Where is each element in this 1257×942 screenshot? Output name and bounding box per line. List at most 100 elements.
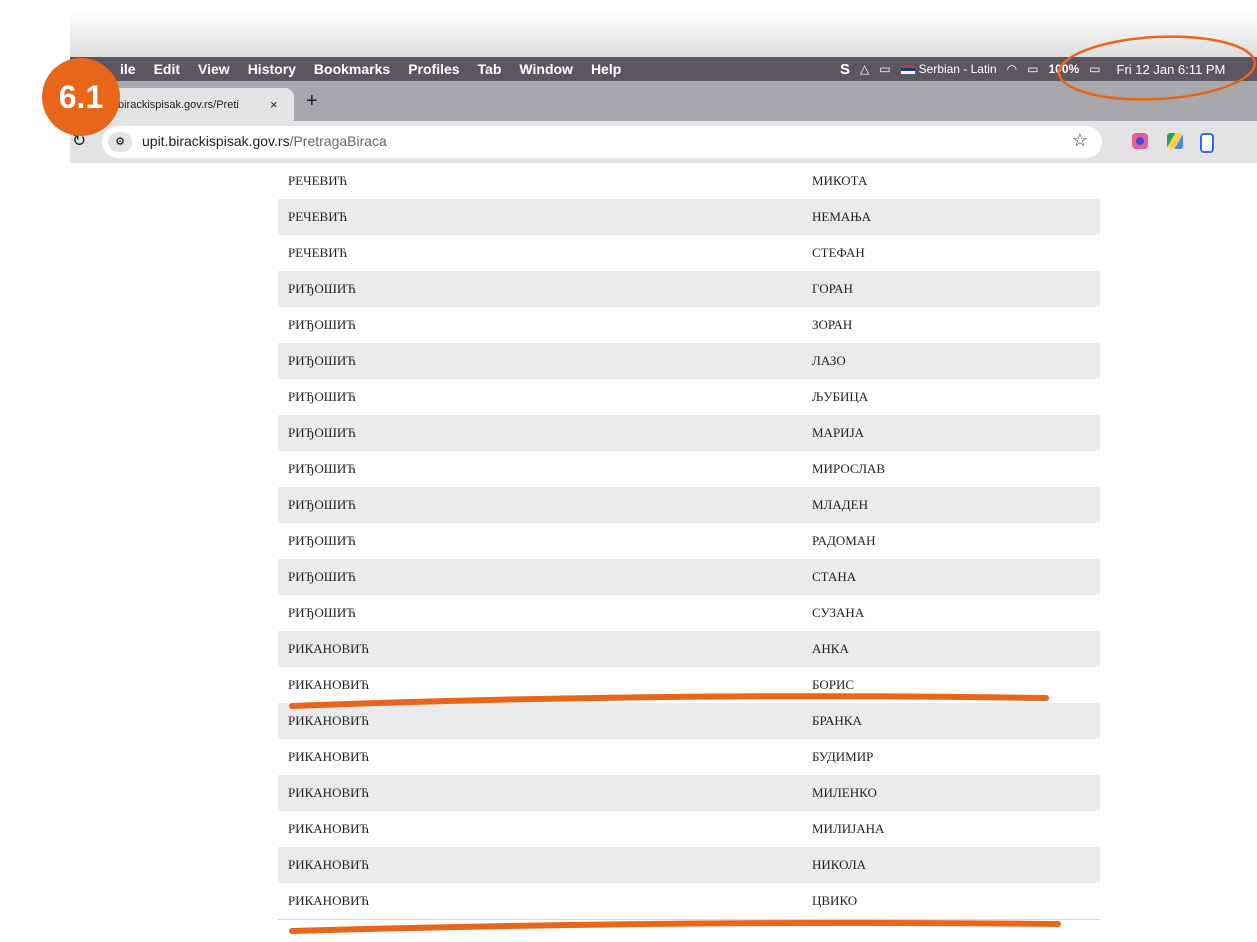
input-source-label[interactable]: Serbian - Latin xyxy=(919,62,997,76)
close-tab-icon[interactable]: × xyxy=(270,97,278,112)
macos-menubar: ile Edit View History Bookmarks Profiles… xyxy=(70,57,1257,81)
given-name-cell: БУДИМИР xyxy=(812,749,874,764)
menu-view[interactable]: View xyxy=(198,61,230,77)
surname-cell: РИЂОШИЋ xyxy=(288,605,356,620)
table-row: РИЂОШИЋ СУЗАНА xyxy=(278,595,1100,631)
surname-cell: РИКАНОВИЋ xyxy=(288,677,370,692)
table-row: РИКАНОВИЋ АНКА xyxy=(278,631,1100,667)
table-row: РИКАНОВИЋ БУДИМИР xyxy=(278,739,1100,775)
given-name-cell: МАРИЈА xyxy=(812,425,865,440)
new-tab-button[interactable]: + xyxy=(306,90,318,113)
site-info-icon[interactable]: ⚙ xyxy=(108,132,132,152)
browser-tab-strip: birackispisak.gov.rs/Preti × + xyxy=(70,81,1257,121)
surname-cell: РИЂОШИЋ xyxy=(288,281,356,296)
battery-icon[interactable]: ▭ xyxy=(1089,62,1100,76)
given-name-cell: ЛАЗО xyxy=(812,353,846,368)
airplay-icon[interactable]: ▭ xyxy=(1027,62,1038,76)
given-name-cell: БОРИС xyxy=(812,677,855,692)
browser-toolbar: ↻ ⚙ upit.birackispisak.gov.rs/PretragaBi… xyxy=(70,121,1257,163)
table-row: РИЂОШИЋ ГОРАН xyxy=(278,271,1100,307)
surname-cell: РИКАНОВИЋ xyxy=(288,857,370,872)
table-row: РЕЧЕВИЋ МИКОТА xyxy=(278,163,1100,199)
tab-title: birackispisak.gov.rs/Preti xyxy=(118,98,239,111)
given-name-cell: ГОРАН xyxy=(812,281,853,296)
menu-help[interactable]: Help xyxy=(591,61,621,77)
given-name-cell: МИЛИЈАНА xyxy=(812,821,885,836)
menu-edit[interactable]: Edit xyxy=(154,61,180,77)
keyboard-icon[interactable]: ▭ xyxy=(879,62,890,76)
surname-cell: РИКАНОВИЋ xyxy=(288,893,370,908)
menubar-menus: ile Edit View History Bookmarks Profiles… xyxy=(70,61,639,77)
given-name-cell: ЦВИКО xyxy=(812,893,858,908)
menu-file[interactable]: ile xyxy=(120,61,136,77)
surname-cell: РИЂОШИЋ xyxy=(288,353,356,368)
table-row: РИКАНОВИЋ БРАНКА xyxy=(278,703,1100,739)
menu-history[interactable]: History xyxy=(248,61,296,77)
table-row: РЕЧЕВИЋ СТЕФАН xyxy=(278,235,1100,271)
surname-cell: РИЂОШИЋ xyxy=(288,425,356,440)
table-row: РИКАНОВИЋ БОРИС xyxy=(278,667,1100,703)
given-name-cell: МИЛЕНКО xyxy=(812,785,877,800)
warning-icon[interactable]: △ xyxy=(860,62,869,76)
bookmark-star-icon[interactable]: ☆ xyxy=(1072,130,1088,151)
surname-cell: РИКАНОВИЋ xyxy=(288,749,370,764)
table-row: РИЂОШИЋ РАДОМАН xyxy=(278,523,1100,559)
menu-tab[interactable]: Tab xyxy=(478,61,502,77)
menubar-clock[interactable]: Fri 12 Jan 6:11 PM xyxy=(1117,62,1226,77)
url-text: upit.birackispisak.gov.rs/PretragaBiraca xyxy=(142,133,387,149)
given-name-cell: ЗОРАН xyxy=(812,317,853,332)
given-name-cell: БРАНКА xyxy=(812,713,862,728)
given-name-cell: НЕМАЊА xyxy=(812,209,872,224)
menu-window[interactable]: Window xyxy=(519,61,573,77)
table-row: РИКАНОВИЋ МИЛЕНКО xyxy=(278,775,1100,811)
battery-label[interactable]: 100% xyxy=(1048,62,1079,76)
table-row: РИЂОШИЋ МЛАДЕН xyxy=(278,487,1100,523)
table-row: РЕЧЕВИЋ НЕМАЊА xyxy=(278,199,1100,235)
table-row: РИКАНОВИЋ ЦВИКО xyxy=(278,883,1100,919)
google-drive-icon[interactable] xyxy=(1167,133,1183,149)
wifi-icon[interactable]: ◠ xyxy=(1007,62,1017,76)
given-name-cell: АНКА xyxy=(812,641,849,656)
flag-icon xyxy=(900,64,915,74)
given-name-cell: СУЗАНА xyxy=(812,605,865,620)
surname-cell: РЕЧЕВИЋ xyxy=(288,173,348,188)
given-name-cell: СТЕФАН xyxy=(812,245,865,260)
url-path: /PretragaBiraca xyxy=(289,133,387,149)
given-name-cell: МИРОСЛАВ xyxy=(812,461,886,476)
table-row: РИКАНОВИЋ МИЛИЈАНА xyxy=(278,811,1100,847)
voter-results-table: РЕЧЕВИЋ МИКОТА РЕЧЕВИЋ НЕМАЊА РЕЧЕВИЋ СТЕФАН Р… xyxy=(278,163,1100,920)
table-row: РИЂОШИЋ МИРОСЛАВ xyxy=(278,451,1100,487)
given-name-cell: ЉУБИЦА xyxy=(812,389,869,404)
given-name-cell: СТАНА xyxy=(812,569,857,584)
s-icon[interactable]: S xyxy=(840,61,850,78)
given-name-cell: НИКОЛА xyxy=(812,857,867,872)
surname-cell: РИКАНОВИЋ xyxy=(288,785,370,800)
menu-bookmarks[interactable]: Bookmarks xyxy=(314,61,390,77)
menubar-status-area: S △ ▭ Serbian - Latin ◠ ▭ 100% ▭ Fri 12 … xyxy=(840,57,1235,81)
surname-cell: РИЂОШИЋ xyxy=(288,461,356,476)
table-row: РИЂОШИЋ ЉУБИЦА xyxy=(278,379,1100,415)
table-row: РИКАНОВИЋ НИКОЛА xyxy=(278,847,1100,883)
surname-cell: РЕЧЕВИЋ xyxy=(288,209,348,224)
step-badge: 6.1 xyxy=(42,58,120,136)
browser-tab[interactable]: birackispisak.gov.rs/Preti × xyxy=(108,88,294,121)
table-row: РИЂОШИЋ ЗОРАН xyxy=(278,307,1100,343)
table-end-underline xyxy=(289,919,1061,934)
given-name-cell: МИКОТА xyxy=(812,173,868,188)
surname-cell: РИЂОШИЋ xyxy=(288,533,356,548)
screenshot-top-fade xyxy=(70,0,1257,62)
extension-record-icon[interactable] xyxy=(1132,133,1148,149)
given-name-cell: МЛАДЕН xyxy=(812,497,868,512)
surname-cell: РИЂОШИЋ xyxy=(288,497,356,512)
surname-cell: РЕЧЕВИЋ xyxy=(288,245,348,260)
surname-cell: РИКАНОВИЋ xyxy=(288,713,370,728)
extension-icon[interactable] xyxy=(1200,133,1214,153)
menu-profiles[interactable]: Profiles xyxy=(408,61,459,77)
surname-cell: РИЂОШИЋ xyxy=(288,317,356,332)
surname-cell: РИКАНОВИЋ xyxy=(288,641,370,656)
table-row: РИЂОШИЋ ЛАЗО xyxy=(278,343,1100,379)
table-row: РИЂОШИЋ МАРИЈА xyxy=(278,415,1100,451)
url-host: upit.birackispisak.gov.rs xyxy=(142,133,290,149)
address-bar[interactable]: ⚙ upit.birackispisak.gov.rs/PretragaBira… xyxy=(102,126,1102,158)
given-name-cell: РАДОМАН xyxy=(812,533,876,548)
